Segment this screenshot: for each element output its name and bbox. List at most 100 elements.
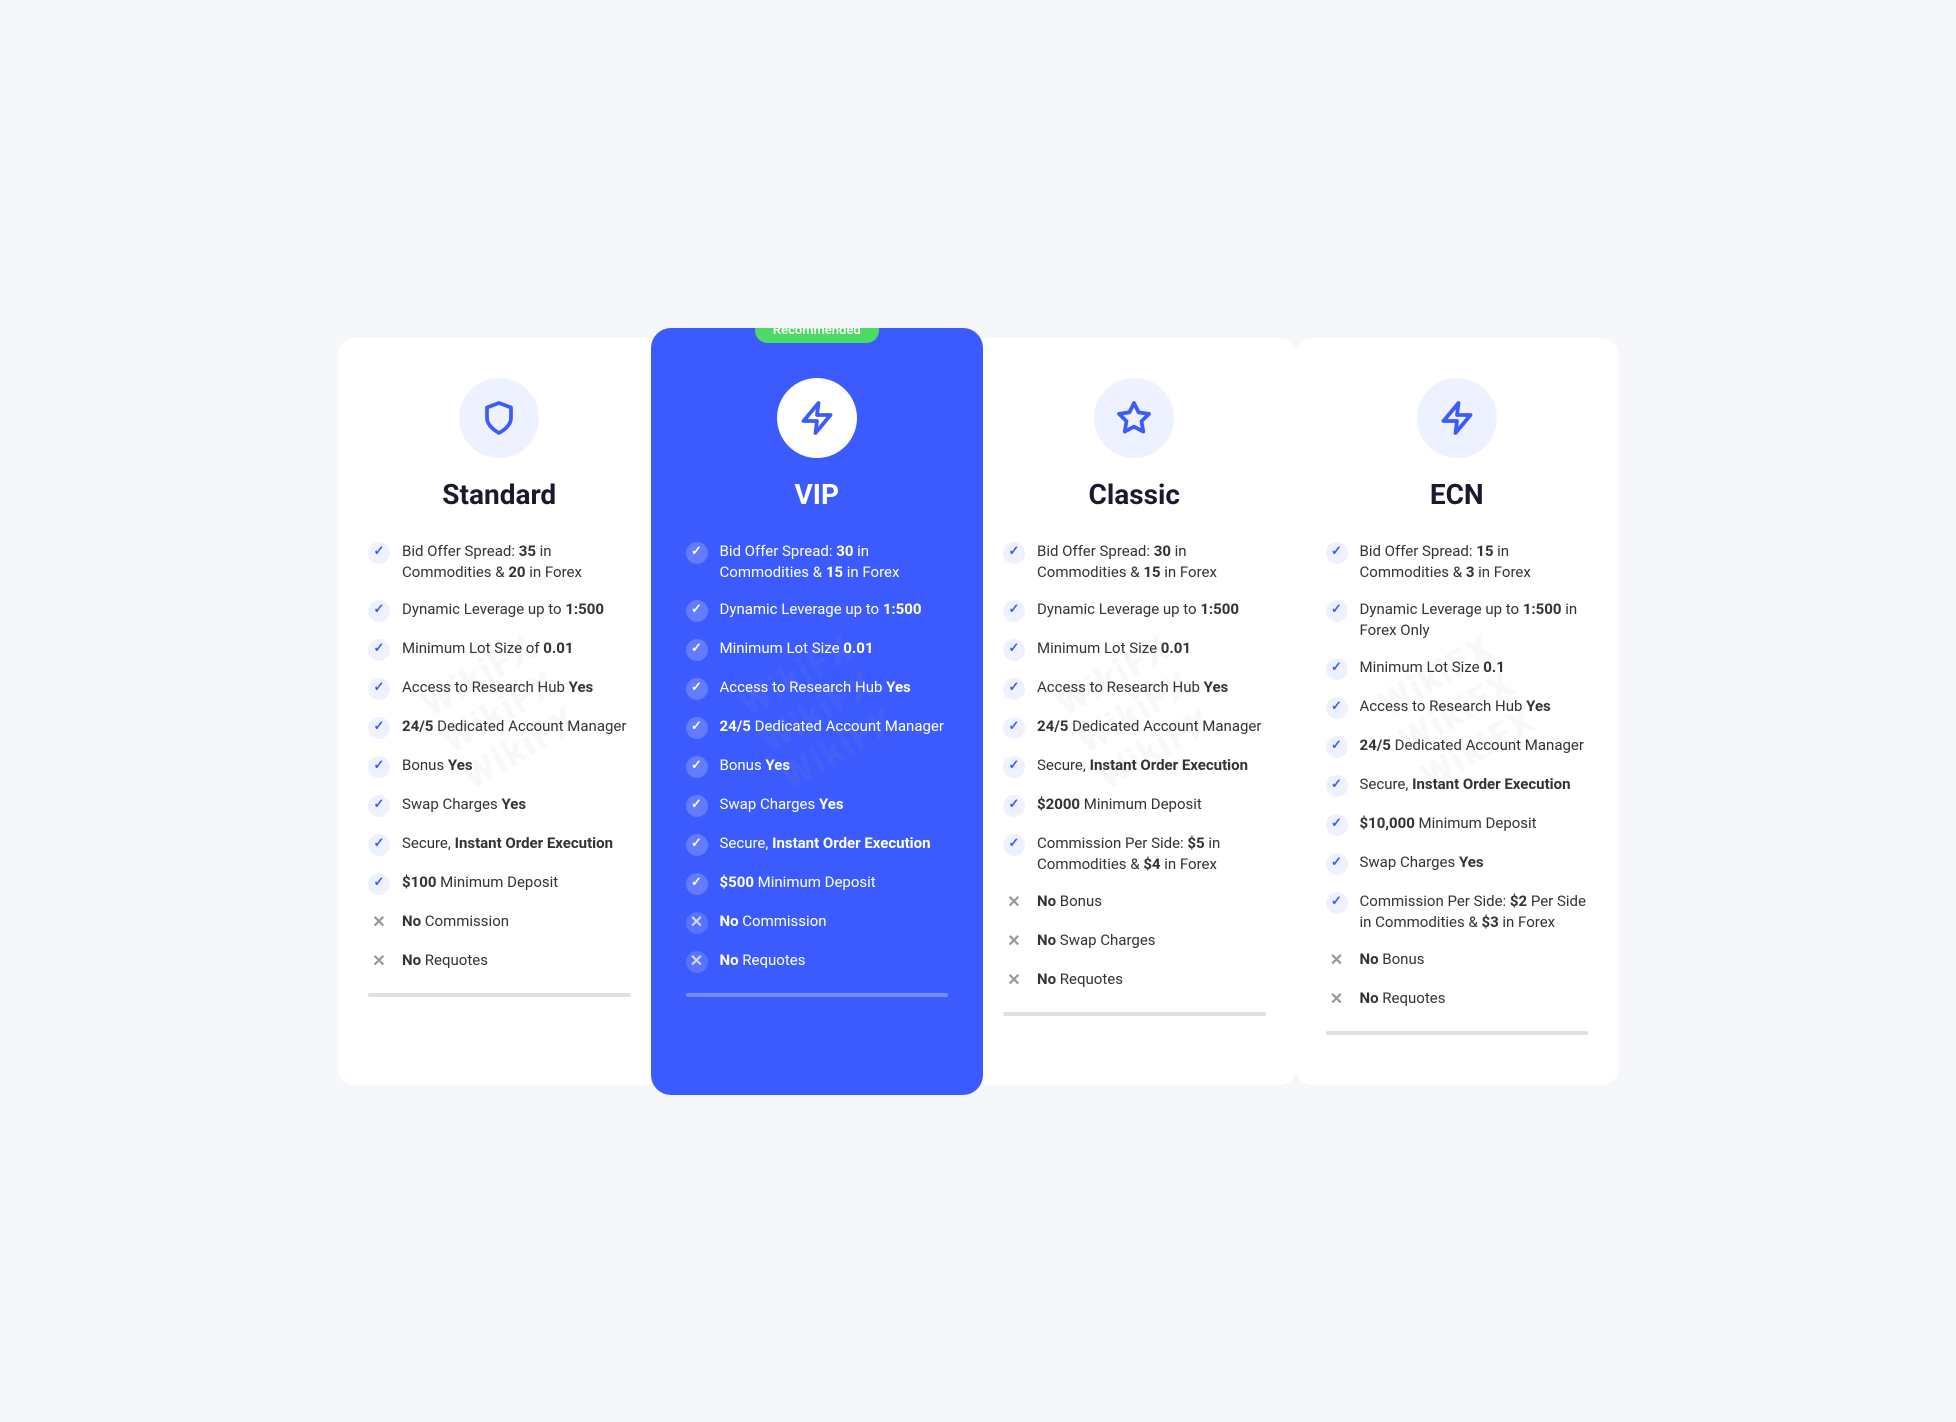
list-item: ✓ Bonus Yes — [686, 755, 949, 778]
ecn-divider — [1326, 1031, 1589, 1035]
check-icon: ✓ — [686, 639, 708, 661]
classic-divider — [1003, 1012, 1266, 1016]
cross-icon: ✕ — [686, 912, 708, 934]
feature-text: No Swap Charges — [1037, 930, 1156, 951]
list-item: ✓ Dynamic Leverage up to 1:500 — [686, 599, 949, 622]
feature-text: Swap Charges Yes — [1360, 852, 1484, 873]
check-icon: ✓ — [1003, 834, 1025, 856]
list-item: ✓ Commission Per Side: $5 in Commodities … — [1003, 833, 1266, 875]
check-icon: ✓ — [686, 834, 708, 856]
card-classic: WikiFXWikiFXWikiFXClassic✓Bid Offer Spre… — [973, 338, 1296, 1085]
list-item: ✓ Bonus Yes — [368, 755, 631, 778]
list-item: ✕No Requotes — [1326, 988, 1589, 1011]
check-icon: ✓ — [1326, 853, 1348, 875]
list-item: ✓ Bid Offer Spread: 35 in Commodities & 2… — [368, 541, 631, 583]
cross-icon: ✕ — [686, 951, 708, 973]
feature-text: Minimum Lot Size of 0.01 — [402, 638, 573, 659]
feature-text: Swap Charges Yes — [720, 794, 844, 815]
list-item: ✕No Requotes — [1003, 969, 1266, 992]
check-icon: ✓ — [1326, 892, 1348, 914]
ecn-icon — [1417, 378, 1497, 458]
list-item: ✓24/5 Dedicated Account Manager — [1326, 735, 1589, 758]
check-icon: ✓ — [686, 873, 708, 895]
check-icon: ✓ — [1326, 658, 1348, 680]
check-icon: ✓ — [368, 795, 390, 817]
check-icon: ✓ — [1003, 795, 1025, 817]
feature-text: Bonus Yes — [720, 755, 791, 776]
cross-icon: ✕ — [1326, 950, 1348, 972]
feature-text: Bid Offer Spread: 15 in Commodities & 3 … — [1360, 541, 1589, 583]
check-icon: ✓ — [686, 678, 708, 700]
feature-text: No Bonus — [1360, 949, 1425, 970]
list-item: ✕No Requotes — [686, 950, 949, 973]
list-item: ✓ Swap Charges Yes — [1326, 852, 1589, 875]
feature-text: Bid Offer Spread: 35 in Commodities & 20… — [402, 541, 631, 583]
list-item: ✕No Commission — [686, 911, 949, 934]
ecn-title: ECN — [1326, 478, 1589, 511]
feature-text: Access to Research Hub Yes — [402, 677, 593, 698]
list-item: ✓$100 Minimum Deposit — [368, 872, 631, 895]
feature-text: 24/5 Dedicated Account Manager — [1360, 735, 1584, 756]
list-item: ✓Access to Research Hub Yes — [1326, 696, 1589, 719]
feature-text: Dynamic Leverage up to 1:500 in Forex On… — [1360, 599, 1589, 641]
list-item: ✓Secure, Instant Order Execution — [368, 833, 631, 856]
feature-text: Minimum Lot Size 0.01 — [720, 638, 874, 659]
feature-text: Access to Research Hub Yes — [720, 677, 911, 698]
check-icon: ✓ — [686, 756, 708, 778]
feature-text: Secure, Instant Order Execution — [720, 833, 931, 854]
check-icon: ✓ — [686, 795, 708, 817]
list-item: ✓Minimum Lot Size of 0.01 — [368, 638, 631, 661]
list-item: ✓Dynamic Leverage up to 1:500 — [1003, 599, 1266, 622]
list-item: ✓ Swap Charges Yes — [686, 794, 949, 817]
cross-icon: ✕ — [1003, 892, 1025, 914]
check-icon: ✓ — [368, 600, 390, 622]
standard-divider — [368, 993, 631, 997]
feature-text: Minimum Lot Size 0.1 — [1360, 657, 1505, 678]
list-item: ✓Secure, Instant Order Execution — [1326, 774, 1589, 797]
feature-text: 24/5 Dedicated Account Manager — [1037, 716, 1261, 737]
list-item: ✕ No Bonus — [1326, 949, 1589, 972]
check-icon: ✓ — [1003, 600, 1025, 622]
vip-title: VIP — [686, 478, 949, 511]
check-icon: ✓ — [368, 542, 390, 564]
cross-icon: ✕ — [1003, 931, 1025, 953]
list-item: ✕ No Bonus — [1003, 891, 1266, 914]
card-vip: WikiFXWikiFXWikiFXRecommendedVIP✓Bid Off… — [651, 328, 984, 1095]
feature-text: Dynamic Leverage up to 1:500 — [720, 599, 922, 620]
feature-text: Commission Per Side: $5 in Commodities &… — [1037, 833, 1266, 875]
check-icon: ✓ — [686, 600, 708, 622]
check-icon: ✓ — [1003, 542, 1025, 564]
feature-text: No Requotes — [402, 950, 488, 971]
cross-icon: ✕ — [368, 951, 390, 973]
feature-text: $100 Minimum Deposit — [402, 872, 558, 893]
check-icon: ✓ — [1326, 814, 1348, 836]
feature-text: No Requotes — [1037, 969, 1123, 990]
feature-text: Bonus Yes — [402, 755, 473, 776]
check-icon: ✓ — [1003, 639, 1025, 661]
feature-text: Swap Charges Yes — [402, 794, 526, 815]
vip-icon — [777, 378, 857, 458]
feature-text: Secure, Instant Order Execution — [1360, 774, 1571, 795]
list-item: ✓ Secure, Instant Order Execution — [686, 833, 949, 856]
feature-text: 24/5 Dedicated Account Manager — [402, 716, 626, 737]
list-item: ✕ No Requotes — [368, 950, 631, 973]
list-item: ✕No Commission — [368, 911, 631, 934]
feature-text: 24/5 Dedicated Account Manager — [720, 716, 944, 737]
check-icon: ✓ — [1326, 542, 1348, 564]
feature-text: $10,000 Minimum Deposit — [1360, 813, 1537, 834]
classic-features-list: ✓ Bid Offer Spread: 30 in Commodities & 1… — [1003, 541, 1266, 992]
feature-text: No Bonus — [1037, 891, 1102, 912]
list-item: ✓ Bid Offer Spread: 15 in Commodities & 3… — [1326, 541, 1589, 583]
check-icon: ✓ — [686, 542, 708, 564]
list-item: ✓24/5 Dedicated Account Manager — [1003, 716, 1266, 739]
feature-text: $2000 Minimum Deposit — [1037, 794, 1202, 815]
feature-text: Bid Offer Spread: 30 in Commodities & 15… — [1037, 541, 1266, 583]
feature-text: No Commission — [402, 911, 509, 932]
check-icon: ✓ — [368, 756, 390, 778]
feature-text: Minimum Lot Size 0.01 — [1037, 638, 1191, 659]
list-item: ✓ Minimum Lot Size 0.01 — [1003, 638, 1266, 661]
check-icon: ✓ — [1003, 678, 1025, 700]
list-item: ✓ Minimum Lot Size 0.1 — [1326, 657, 1589, 680]
list-item: ✓Dynamic Leverage up to 1:500 in Forex O… — [1326, 599, 1589, 641]
standard-title: Standard — [368, 478, 631, 511]
